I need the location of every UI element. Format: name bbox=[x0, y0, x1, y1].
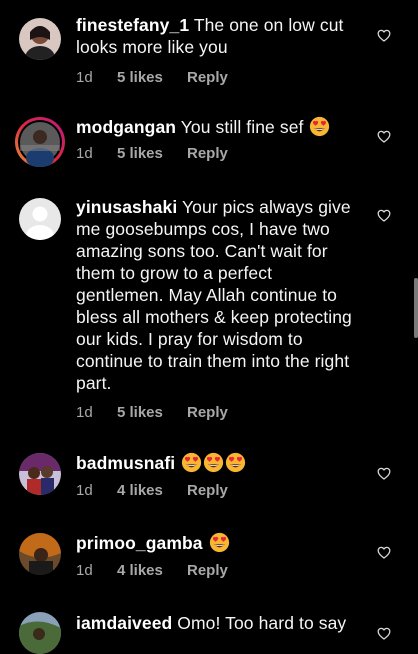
comment-text: yinusashaki Your pics always give me goo… bbox=[76, 196, 361, 394]
comment-time: 1d bbox=[76, 403, 93, 421]
reply-button[interactable]: Reply bbox=[187, 562, 228, 579]
comment-time: 1d bbox=[76, 68, 93, 86]
comment-text: iamdaiveed Omo! Too hard to say bbox=[76, 612, 366, 634]
avatar[interactable] bbox=[15, 117, 65, 167]
heart-outline-icon[interactable] bbox=[377, 467, 391, 480]
comment-text: badmusnafi bbox=[76, 452, 366, 474]
comment-body: You still fine sef bbox=[180, 117, 304, 137]
comment-time: 1d bbox=[76, 561, 93, 579]
avatar[interactable] bbox=[19, 533, 61, 575]
heart-eyes-emoji-icon bbox=[203, 452, 224, 473]
reply-button[interactable]: Reply bbox=[187, 482, 228, 499]
likes-count[interactable]: 5 likes bbox=[117, 145, 187, 162]
heart-outline-icon[interactable] bbox=[377, 29, 391, 42]
heart-outline-icon[interactable] bbox=[377, 546, 391, 559]
username[interactable]: modgangan bbox=[76, 117, 176, 137]
heart-eyes-emoji-icon bbox=[181, 452, 202, 473]
comment-time: 1d bbox=[76, 144, 93, 162]
avatar[interactable] bbox=[19, 18, 61, 60]
comment-body: Your pics always give me goosebumps cos,… bbox=[76, 197, 352, 393]
comment-text: primoo_gamba bbox=[76, 532, 366, 554]
username[interactable]: primoo_gamba bbox=[76, 533, 203, 553]
comment-body: Omo! Too hard to say bbox=[177, 613, 347, 633]
comment-text: finestefany_1 The one on low cut looks m… bbox=[76, 14, 366, 58]
reply-button[interactable]: Reply bbox=[187, 145, 228, 162]
likes-count[interactable]: 4 likes bbox=[117, 482, 187, 499]
scrollbar[interactable] bbox=[414, 278, 418, 338]
likes-count[interactable]: 5 likes bbox=[117, 404, 187, 421]
reply-button[interactable]: Reply bbox=[187, 404, 228, 421]
heart-outline-icon[interactable] bbox=[377, 627, 391, 640]
heart-eyes-emoji-icon bbox=[225, 452, 246, 473]
comment-time: 1d bbox=[76, 481, 93, 499]
likes-count[interactable]: 4 likes bbox=[117, 562, 187, 579]
username[interactable]: yinusashaki bbox=[76, 197, 177, 217]
reply-button[interactable]: Reply bbox=[187, 69, 228, 86]
heart-outline-icon[interactable] bbox=[377, 209, 391, 222]
heart-eyes-emoji-icon bbox=[309, 116, 330, 137]
likes-count[interactable]: 5 likes bbox=[117, 69, 187, 86]
avatar[interactable] bbox=[19, 198, 61, 240]
username[interactable]: finestefany_1 bbox=[76, 15, 189, 35]
username[interactable]: badmusnafi bbox=[76, 453, 175, 473]
avatar[interactable] bbox=[19, 612, 61, 654]
heart-eyes-emoji-icon bbox=[209, 532, 230, 553]
username[interactable]: iamdaiveed bbox=[76, 613, 172, 633]
heart-outline-icon[interactable] bbox=[377, 130, 391, 143]
avatar[interactable] bbox=[19, 453, 61, 495]
comment-text: modgangan You still fine sef bbox=[76, 116, 366, 138]
